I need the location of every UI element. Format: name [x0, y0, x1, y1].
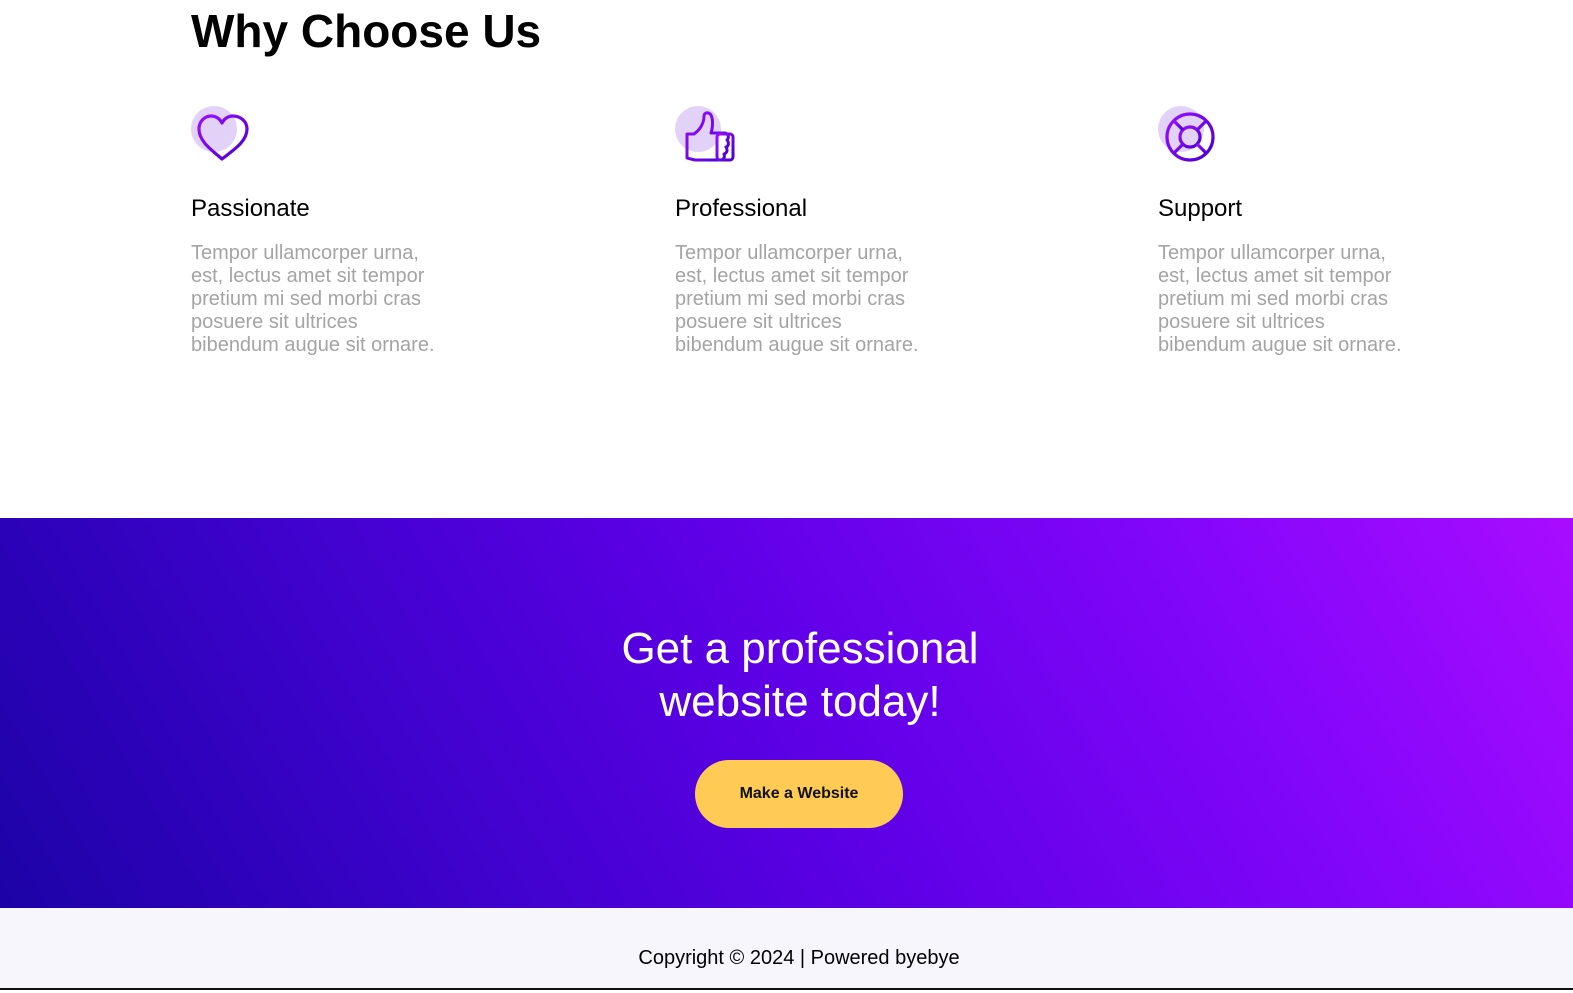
- feature-title: Passionate: [191, 195, 310, 222]
- feature-professional: Professional Tempor ullamcorper urna, es…: [675, 104, 975, 356]
- feature-support: Support Tempor ullamcorper urna, est, le…: [1158, 104, 1458, 356]
- feature-title: Professional: [675, 195, 808, 222]
- feature-description: Tempor ullamcorper urna, est, lectus ame…: [1158, 242, 1402, 356]
- make-a-website-button[interactable]: Make a Website: [695, 760, 903, 828]
- feature-passionate: Passionate Tempor ullamcorper urna, est,…: [191, 104, 491, 356]
- thumbs-up-icon: [675, 104, 737, 166]
- divider: [0, 988, 1573, 990]
- why-choose-us-section: Why Choose Us Passionate Tempor ullamcor…: [0, 0, 1573, 518]
- feature-description: Tempor ullamcorper urna, est, lectus ame…: [191, 242, 435, 356]
- cta-heading-line: website today!: [659, 677, 941, 726]
- cta-banner: Get a professional website today! Make a…: [0, 518, 1573, 908]
- cta-heading: Get a professional website today!: [0, 622, 1573, 728]
- footer: Copyright © 2024 | Powered byebye: [0, 908, 1573, 990]
- feature-title: Support: [1158, 195, 1243, 222]
- section-title: Why Choose Us: [191, 5, 542, 57]
- lifebuoy-icon: [1158, 104, 1220, 166]
- copyright-text: Copyright © 2024 | Powered byebye: [638, 947, 960, 969]
- cta-heading-line: Get a professional: [621, 624, 979, 673]
- feature-description: Tempor ullamcorper urna, est, lectus ame…: [675, 242, 919, 356]
- heart-icon: [191, 104, 253, 166]
